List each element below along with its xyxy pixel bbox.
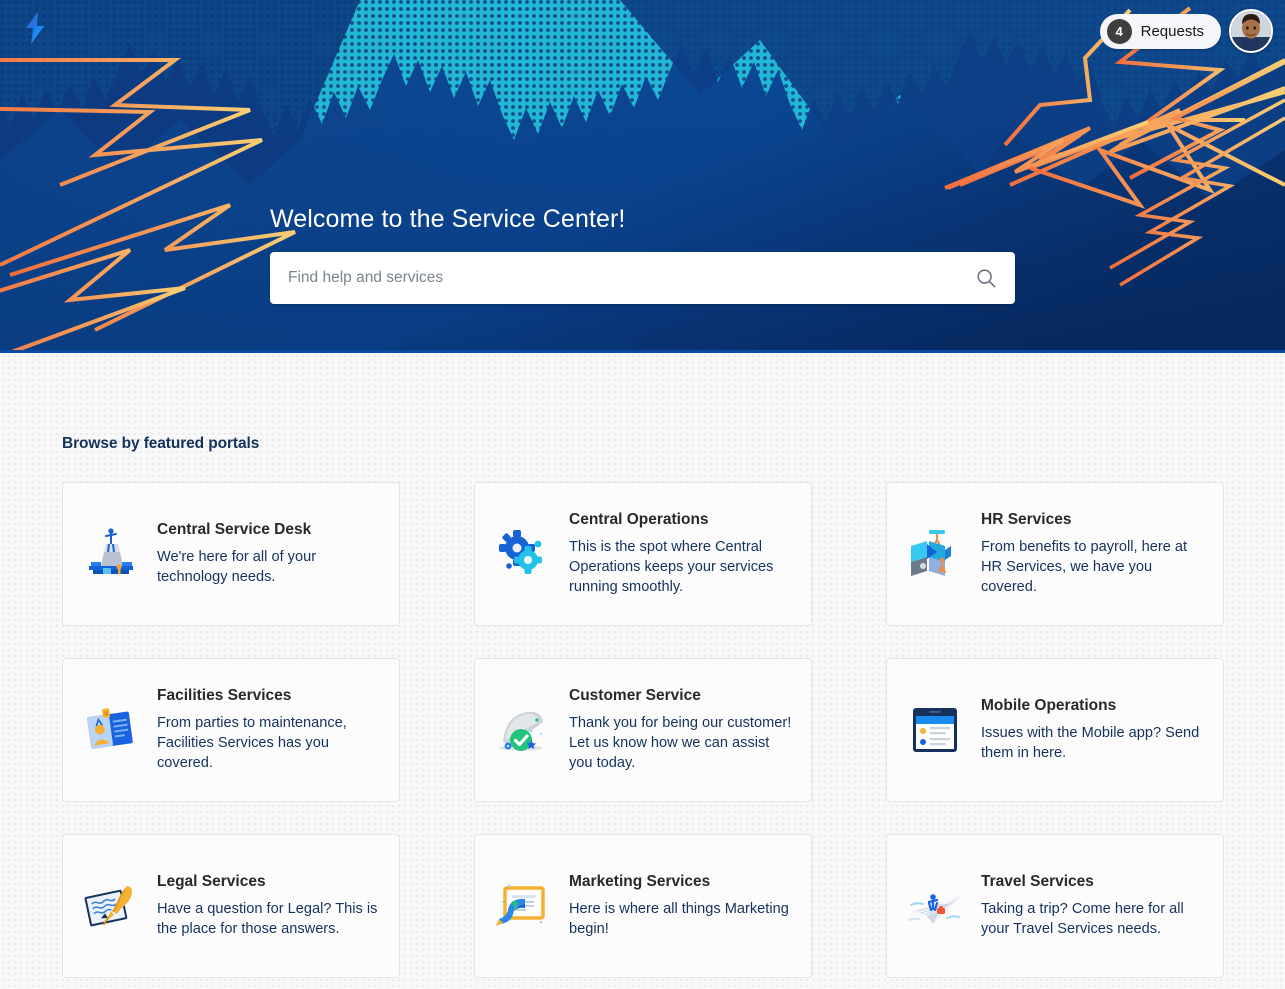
card-description: Taking a trip? Come here for all your Tr…	[981, 901, 1184, 938]
requests-label: Requests	[1140, 22, 1204, 40]
section-heading: Browse by featured portals	[62, 435, 260, 452]
card-description: Here is where all things Marketing begin…	[569, 901, 789, 938]
avatar[interactable]	[1229, 9, 1273, 53]
facilities-badge-icon	[79, 698, 143, 762]
card-text: HR Services From benefits to payroll, he…	[981, 511, 1207, 598]
card-description: From parties to maintenance, Facilities …	[157, 715, 347, 772]
portal-card-facilities-services[interactable]: Facilities Services From parties to main…	[62, 658, 400, 802]
card-description: We're here for all of your technology ne…	[157, 549, 317, 586]
hero-content: Welcome to the Service Center!	[270, 205, 1015, 304]
card-description: Issues with the Mobile app? Send them in…	[981, 725, 1200, 762]
card-description: From benefits to payroll, here at HR Ser…	[981, 539, 1188, 596]
portal-card-mobile-operations[interactable]: Mobile Operations Issues with the Mobile…	[886, 658, 1224, 802]
card-text: Legal Services Have a question for Legal…	[157, 873, 383, 940]
requests-count-badge: 4	[1106, 18, 1132, 44]
gears-icon	[491, 522, 555, 586]
search-box[interactable]	[270, 251, 1015, 304]
marketing-easel-icon	[491, 874, 555, 938]
card-text: Central Operations This is the spot wher…	[569, 511, 795, 598]
legal-quill-document-icon	[79, 874, 143, 938]
card-title: Customer Service	[569, 686, 701, 704]
requests-button[interactable]: 4 Requests	[1099, 13, 1221, 49]
portal-card-central-operations[interactable]: Central Operations This is the spot wher…	[474, 482, 812, 626]
portal-card-central-service-desk[interactable]: Central Service Desk We're here for all …	[62, 482, 400, 626]
hr-people-panels-icon	[903, 522, 967, 586]
lightning-bolt-logo-icon	[26, 12, 44, 44]
main-content: Browse by featured portals Central Servi…	[0, 353, 1285, 989]
card-description: This is the spot where Central Operation…	[569, 539, 774, 596]
card-description: Thank you for being our customer! Let us…	[569, 715, 792, 772]
card-text: Customer Service Thank you for being our…	[569, 687, 795, 774]
search-input[interactable]	[270, 268, 1015, 287]
card-description: Have a question for Legal? This is the p…	[157, 901, 378, 938]
card-text: Marketing Services Here is where all thi…	[569, 873, 795, 940]
portal-card-customer-service[interactable]: Customer Service Thank you for being our…	[474, 658, 812, 802]
card-title: Mobile Operations	[981, 696, 1117, 714]
card-title: Central Service Desk	[157, 520, 312, 538]
card-title: Facilities Services	[157, 686, 292, 704]
portal-card-hr-services[interactable]: HR Services From benefits to payroll, he…	[886, 482, 1224, 626]
page-title: Welcome to the Service Center!	[270, 205, 626, 233]
service-dome-check-icon	[491, 698, 555, 762]
service-desk-podium-icon	[79, 522, 143, 586]
card-title: Central Operations	[569, 510, 709, 528]
travel-paper-plane-icon	[903, 874, 967, 938]
card-text: Mobile Operations Issues with the Mobile…	[981, 697, 1207, 764]
portal-card-legal-services[interactable]: Legal Services Have a question for Legal…	[62, 834, 400, 978]
portal-card-marketing-services[interactable]: Marketing Services Here is where all thi…	[474, 834, 812, 978]
card-text: Central Service Desk We're here for all …	[157, 521, 383, 588]
featured-portals-grid: Central Service Desk We're here for all …	[62, 482, 1224, 978]
card-title: HR Services	[981, 510, 1072, 528]
card-text: Facilities Services From parties to main…	[157, 687, 383, 774]
mobile-device-icon	[903, 698, 967, 762]
utility-bar: 4 Requests	[1099, 9, 1273, 53]
card-text: Travel Services Taking a trip? Come here…	[981, 873, 1207, 940]
portal-card-travel-services[interactable]: Travel Services Taking a trip? Come here…	[886, 834, 1224, 978]
card-title: Legal Services	[157, 872, 266, 890]
user-avatar-photo-icon	[1231, 11, 1271, 51]
card-title: Travel Services	[981, 872, 1094, 890]
card-title: Marketing Services	[569, 872, 711, 890]
hero-banner: 4 Requests Welcome to the Service Center…	[0, 0, 1285, 353]
